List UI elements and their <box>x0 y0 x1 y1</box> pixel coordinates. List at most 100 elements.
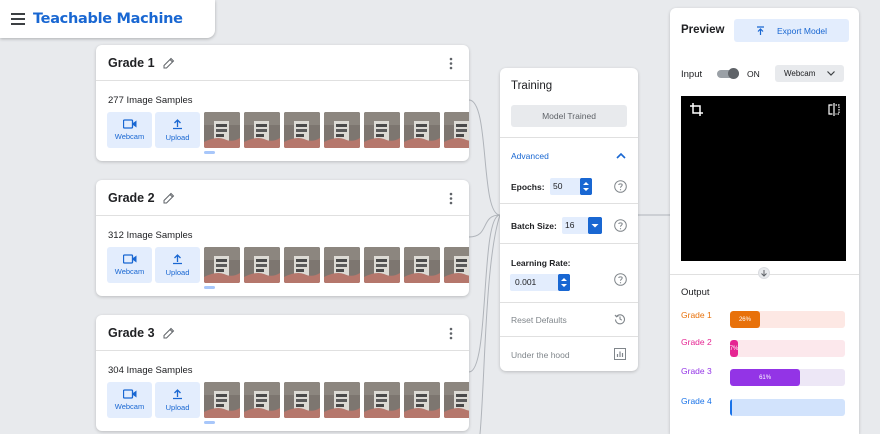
learning-rate-label: Learning Rate: <box>511 258 571 268</box>
sample-thumbnail[interactable] <box>324 247 360 283</box>
sample-thumbnail[interactable] <box>244 112 280 148</box>
upload-icon <box>173 388 182 399</box>
preview-title: Preview <box>681 24 725 36</box>
learning-rate-value: 0.001 <box>515 277 537 287</box>
sample-thumbnail[interactable] <box>324 382 360 418</box>
class-name[interactable]: Grade 2 <box>108 191 155 205</box>
class-name[interactable]: Grade 1 <box>108 56 155 70</box>
train-model-button[interactable]: Model Trained <box>511 105 627 127</box>
pencil-icon[interactable] <box>163 57 175 69</box>
webcam-label: Webcam <box>114 132 145 141</box>
upload-button[interactable]: Upload <box>155 112 200 148</box>
sample-thumbnail[interactable] <box>324 112 360 148</box>
sample-thumbnail[interactable] <box>284 382 320 418</box>
crop-icon[interactable] <box>690 103 703 116</box>
pencil-icon[interactable] <box>163 327 175 339</box>
help-icon[interactable] <box>614 180 627 193</box>
sample-thumbnail[interactable] <box>444 382 469 418</box>
app-title[interactable]: Teachable Machine <box>33 11 183 27</box>
reset-defaults-button[interactable]: Reset Defaults <box>511 315 567 325</box>
arrow-down-icon <box>758 267 770 279</box>
more-options-icon[interactable] <box>449 192 453 205</box>
class-card-grade-2: Grade 2 312 Image Samples Webcam Upload <box>96 180 469 296</box>
sample-thumbnail[interactable] <box>404 247 440 283</box>
thumbnail-scroll-indicator[interactable] <box>204 286 215 289</box>
epochs-input[interactable]: 50 <box>550 178 592 195</box>
divider <box>500 302 638 303</box>
confidence-fill <box>730 399 733 416</box>
output-class-label: Grade 4 <box>681 396 712 406</box>
bar-chart-icon[interactable] <box>614 348 626 360</box>
thumbnail-scroll-indicator[interactable] <box>204 151 215 154</box>
sample-thumbnail[interactable] <box>284 247 320 283</box>
input-source-select[interactable]: Webcam <box>775 65 844 82</box>
toggle-state-label: ON <box>747 69 760 79</box>
upload-label: Upload <box>165 132 190 142</box>
upload-label: Upload <box>165 402 190 412</box>
sample-thumbnail[interactable] <box>364 382 400 418</box>
learning-rate-input[interactable]: 0.001 <box>510 274 570 291</box>
batch-size-value: 16 <box>565 220 575 230</box>
flip-camera-icon[interactable] <box>828 103 840 116</box>
sample-thumbnail[interactable] <box>204 382 240 418</box>
webcam-button[interactable]: Webcam <box>107 247 152 283</box>
confidence-fill: 26% <box>730 311 760 328</box>
sample-thumbnail[interactable] <box>204 247 240 283</box>
input-toggle[interactable] <box>717 68 739 79</box>
sample-thumbnail[interactable] <box>204 112 240 148</box>
webcam-label: Webcam <box>114 402 145 411</box>
help-icon[interactable] <box>614 219 627 232</box>
chevron-up-icon[interactable] <box>616 152 626 159</box>
thumbnail-scroll-indicator[interactable] <box>204 421 215 424</box>
hamburger-menu-icon[interactable] <box>11 13 25 25</box>
class-card-header: Grade 1 <box>96 45 469 81</box>
history-icon[interactable] <box>614 313 626 325</box>
sample-thumbnail[interactable] <box>444 247 469 283</box>
pencil-icon[interactable] <box>163 192 175 204</box>
sample-thumbnail[interactable] <box>244 247 280 283</box>
export-label: Export Model <box>776 25 828 36</box>
divider <box>500 243 638 244</box>
sample-count: 304 Image Samples <box>108 365 193 376</box>
sample-thumbnail[interactable] <box>444 112 469 148</box>
batch-size-select[interactable]: 16 <box>562 217 602 234</box>
upload-button[interactable]: Upload <box>155 247 200 283</box>
upload-button[interactable]: Upload <box>155 382 200 418</box>
webcam-button[interactable]: Webcam <box>107 382 152 418</box>
class-card-grade-1: Grade 1 277 Image Samples Webcam Upload <box>96 45 469 161</box>
sample-thumbnail[interactable] <box>284 112 320 148</box>
input-label: Input <box>681 69 703 80</box>
video-camera-icon <box>122 119 136 129</box>
more-options-icon[interactable] <box>449 57 453 70</box>
confidence-bar: 7% <box>730 340 845 357</box>
video-camera-icon <box>122 389 136 399</box>
preview-panel: Preview Export Model Input ON Webcam Out… <box>670 8 859 434</box>
sample-thumbnail[interactable] <box>404 382 440 418</box>
training-title: Training <box>511 80 553 92</box>
export-model-button[interactable]: Export Model <box>734 19 849 42</box>
training-panel: Training Model Trained Advanced Epochs: … <box>500 68 638 371</box>
export-icon <box>756 25 764 35</box>
upload-icon <box>173 253 182 264</box>
divider <box>500 336 638 337</box>
under-the-hood-button[interactable]: Under the hood <box>511 350 570 360</box>
help-icon[interactable] <box>614 273 627 286</box>
upload-label: Upload <box>165 267 190 277</box>
sample-thumbnail[interactable] <box>364 112 400 148</box>
sample-thumbnails <box>204 112 469 148</box>
sample-thumbnail[interactable] <box>364 247 400 283</box>
webcam-button[interactable]: Webcam <box>107 112 152 148</box>
sample-thumbnails <box>204 382 469 418</box>
sample-thumbnails <box>204 247 469 283</box>
spinner-icon[interactable] <box>558 274 570 291</box>
app-header: Teachable Machine <box>0 0 215 38</box>
advanced-toggle[interactable]: Advanced <box>511 151 549 161</box>
chevron-down-icon[interactable] <box>588 217 602 234</box>
class-name[interactable]: Grade 3 <box>108 326 155 340</box>
sample-thumbnail[interactable] <box>404 112 440 148</box>
chevron-down-icon <box>827 71 835 76</box>
spinner-icon[interactable] <box>580 178 592 195</box>
divider <box>500 203 638 204</box>
more-options-icon[interactable] <box>449 327 453 340</box>
sample-thumbnail[interactable] <box>244 382 280 418</box>
